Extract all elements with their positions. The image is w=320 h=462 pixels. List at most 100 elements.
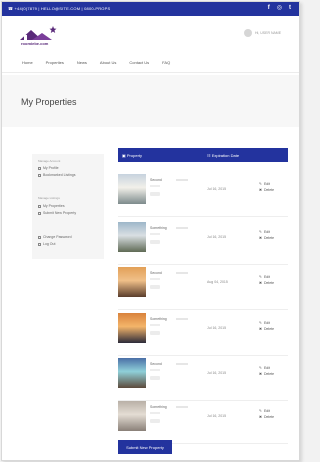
table-row: Second Jul 16, 2015 ✎ Edit ✖ Delete bbox=[118, 164, 288, 217]
delete-button[interactable]: ✖ Delete bbox=[259, 415, 274, 419]
property-price-badge bbox=[150, 192, 160, 196]
property-name[interactable]: Second bbox=[150, 271, 162, 275]
sidebar-item-my-properties[interactable]: My Properties bbox=[38, 204, 65, 208]
property-name[interactable]: Something bbox=[150, 317, 167, 321]
property-name[interactable]: Second bbox=[150, 362, 162, 366]
sidebar-item-change-password[interactable]: Change Password bbox=[38, 235, 72, 239]
pencil-icon: ✎ bbox=[259, 321, 262, 325]
property-address bbox=[176, 363, 188, 365]
edit-button[interactable]: ✎ Edit bbox=[259, 230, 274, 234]
row-actions: ✎ Edit ✖ Delete bbox=[259, 409, 274, 421]
column-header-expiration: ☷ Expiration Date bbox=[207, 153, 240, 158]
property-type bbox=[150, 412, 160, 414]
property-thumbnail[interactable] bbox=[118, 174, 146, 204]
delete-button[interactable]: ✖ Delete bbox=[259, 236, 274, 240]
site-logo[interactable]: roomiebe.com bbox=[18, 24, 60, 48]
expiration-date: Jul 16, 2015 bbox=[207, 326, 227, 330]
contact-info: ☎ +44(0)7879 | HELLO@SITE.COM | 0800-PRO… bbox=[8, 6, 111, 11]
property-price-badge bbox=[150, 419, 160, 423]
page-header: My Properties bbox=[2, 75, 299, 127]
properties-table-header: ▣ Property ☷ Expiration Date bbox=[118, 148, 288, 162]
property-price-badge bbox=[150, 240, 160, 244]
property-address bbox=[176, 272, 188, 274]
edit-button[interactable]: ✎ Edit bbox=[259, 321, 274, 325]
bookmark-icon bbox=[38, 173, 41, 177]
home-icon bbox=[38, 204, 41, 208]
sidebar-heading-listings: Manage Listings bbox=[38, 196, 60, 200]
expiration-date: Jul 16, 2015 bbox=[207, 414, 227, 418]
twitter-icon[interactable]: t bbox=[289, 5, 291, 12]
social-links: f ◎ t bbox=[268, 5, 291, 12]
logout-icon bbox=[38, 242, 41, 246]
row-actions: ✎ Edit ✖ Delete bbox=[259, 230, 274, 242]
lock-icon bbox=[38, 235, 41, 239]
sidebar-item-label: My Properties bbox=[43, 204, 65, 208]
pencil-icon: ✎ bbox=[259, 409, 262, 413]
pencil-icon: ✎ bbox=[259, 275, 262, 279]
edit-label: Edit bbox=[263, 230, 270, 234]
row-actions: ✎ Edit ✖ Delete bbox=[259, 366, 274, 378]
user-icon bbox=[38, 166, 41, 170]
property-name[interactable]: Something bbox=[150, 405, 167, 409]
sidebar-item-submit-property[interactable]: Submit New Property bbox=[38, 211, 76, 215]
submit-new-property-button[interactable]: Submit New Property bbox=[118, 440, 172, 454]
expiration-date: Jul 16, 2015 bbox=[207, 187, 227, 191]
delete-button[interactable]: ✖ Delete bbox=[259, 281, 274, 285]
property-price-badge bbox=[150, 376, 160, 380]
property-thumbnail[interactable] bbox=[118, 313, 146, 343]
property-address bbox=[176, 227, 188, 229]
sidebar-item-label: My Profile bbox=[43, 166, 59, 170]
nav-news[interactable]: News bbox=[77, 60, 87, 65]
delete-button[interactable]: ✖ Delete bbox=[259, 372, 274, 376]
delete-label: Delete bbox=[263, 281, 275, 285]
edit-button[interactable]: ✎ Edit bbox=[259, 182, 274, 186]
close-icon: ✖ bbox=[259, 415, 262, 419]
delete-label: Delete bbox=[263, 236, 275, 240]
top-contact-bar: ☎ +44(0)7879 | HELLO@SITE.COM | 0800-PRO… bbox=[2, 2, 299, 16]
sidebar-item-log-out[interactable]: Log Out bbox=[38, 242, 55, 246]
sidebar-item-label: Submit New Property bbox=[43, 211, 77, 215]
edit-label: Edit bbox=[263, 321, 270, 325]
expiration-date: Aug 04, 2015 bbox=[207, 280, 228, 284]
delete-label: Delete bbox=[263, 188, 275, 192]
sidebar-item-my-profile[interactable]: My Profile bbox=[38, 166, 59, 170]
edit-button[interactable]: ✎ Edit bbox=[259, 366, 274, 370]
sidebar-heading-account: Manage Account bbox=[38, 159, 61, 163]
facebook-icon[interactable]: f bbox=[268, 5, 270, 12]
delete-button[interactable]: ✖ Delete bbox=[259, 188, 274, 192]
property-address bbox=[176, 318, 188, 320]
property-thumbnail[interactable] bbox=[118, 401, 146, 431]
edit-button[interactable]: ✎ Edit bbox=[259, 409, 274, 413]
nav-properties[interactable]: Properties bbox=[46, 60, 64, 65]
property-name[interactable]: Second bbox=[150, 178, 162, 182]
table-row: Something Jul 16, 2015 ✎ Edit ✖ Delete bbox=[118, 391, 288, 444]
pencil-icon: ✎ bbox=[259, 182, 262, 186]
property-type bbox=[150, 278, 160, 280]
property-type bbox=[150, 369, 160, 371]
main-nav: Home Properties News About Us Contact Us… bbox=[22, 60, 183, 65]
avatar bbox=[244, 29, 252, 37]
delete-button[interactable]: ✖ Delete bbox=[259, 327, 274, 331]
edit-button[interactable]: ✎ Edit bbox=[259, 275, 274, 279]
delete-label: Delete bbox=[263, 372, 275, 376]
property-thumbnail[interactable] bbox=[118, 222, 146, 252]
nav-contact-us[interactable]: Contact Us bbox=[129, 60, 149, 65]
sidebar-item-label: Log Out bbox=[43, 242, 56, 246]
sidebar-item-bookmarks[interactable]: Bookmarked Listings bbox=[38, 173, 76, 177]
property-thumbnail[interactable] bbox=[118, 358, 146, 388]
property-thumbnail[interactable] bbox=[118, 267, 146, 297]
pencil-icon: ✎ bbox=[259, 366, 262, 370]
account-sidebar: Manage Account My Profile Bookmarked Lis… bbox=[32, 154, 104, 259]
user-name: Hi, USER NAME bbox=[255, 31, 282, 35]
nav-home[interactable]: Home bbox=[22, 60, 33, 65]
nav-about-us[interactable]: About Us bbox=[100, 60, 116, 65]
delete-label: Delete bbox=[263, 327, 275, 331]
nav-divider bbox=[2, 72, 299, 73]
row-actions: ✎ Edit ✖ Delete bbox=[259, 182, 274, 194]
property-name[interactable]: Something bbox=[150, 226, 167, 230]
nav-faq[interactable]: FAQ bbox=[162, 60, 170, 65]
edit-label: Edit bbox=[263, 409, 270, 413]
property-type bbox=[150, 233, 160, 235]
instagram-icon[interactable]: ◎ bbox=[277, 5, 282, 12]
user-menu[interactable]: Hi, USER NAME bbox=[244, 29, 281, 37]
